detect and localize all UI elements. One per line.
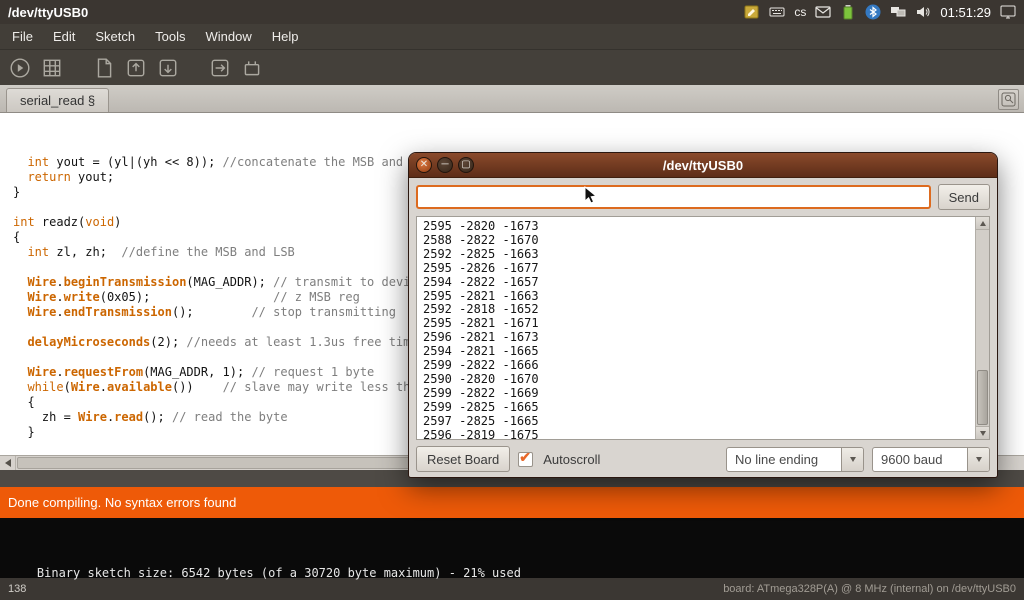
checkmark-icon: ✔	[519, 449, 531, 466]
keyboard-icon[interactable]	[769, 4, 785, 20]
bluetooth-icon[interactable]	[865, 4, 881, 20]
active-window-title: /dev/ttyUSB0	[0, 5, 88, 20]
tab-label: serial_read §	[20, 93, 95, 108]
serial-input-row: Send	[409, 178, 997, 214]
compile-status-bar: Done compiling. No syntax errors found	[0, 487, 1024, 518]
screen: /dev/ttyUSB0 cs 01:51:	[0, 0, 1024, 600]
serial-controls-row: Reset Board ✔ Autoscroll No line ending …	[409, 440, 997, 472]
serial-output-line: 2596 -2821 -1673	[423, 331, 983, 345]
autoscroll-checkbox[interactable]: ✔	[518, 452, 533, 467]
minimize-button[interactable]: ─	[437, 157, 453, 173]
serial-output-line: 2599 -2822 -1669	[423, 387, 983, 401]
serial-plug-button[interactable]	[239, 55, 265, 81]
scroll-up-arrow-icon[interactable]	[976, 217, 989, 230]
line-number-indicator: 138	[8, 583, 26, 595]
session-icon[interactable]	[1000, 4, 1016, 20]
serial-output-line: 2590 -2820 -1670	[423, 373, 983, 387]
serial-monitor-window: /dev/ttyUSB0 ✕ ─ ▢ Send 2595 -2820 -1673…	[408, 152, 998, 478]
verify-button[interactable]	[7, 55, 33, 81]
serial-output-lines: 2595 -2820 -16732588 -2822 -16702592 -28…	[417, 217, 989, 440]
mail-icon[interactable]	[815, 4, 831, 20]
serial-output-line: 2592 -2818 -1652	[423, 303, 983, 317]
serial-output-line: 2594 -2822 -1657	[423, 276, 983, 290]
system-tray: cs 01:51:29	[744, 4, 1024, 20]
serial-output-line: 2599 -2822 -1666	[423, 359, 983, 373]
scroll-left-arrow-icon[interactable]	[0, 456, 16, 470]
close-button[interactable]: ✕	[416, 157, 432, 173]
line-ending-dropdown[interactable]: No line ending	[726, 447, 864, 472]
footer-status-bar: 138 board: ATmega328P(A) @ 8 MHz (intern…	[0, 578, 1024, 600]
build-console: Binary sketch size: 6542 bytes (of a 307…	[0, 518, 1024, 578]
line-ending-value: No line ending	[727, 448, 841, 471]
console-output: Binary sketch size: 6542 bytes (of a 307…	[37, 566, 521, 580]
autoscroll-label: Autoscroll	[543, 452, 600, 467]
serial-monitor-titlebar[interactable]: /dev/ttyUSB0 ✕ ─ ▢	[409, 153, 997, 178]
menu-item-file[interactable]: File	[2, 25, 43, 48]
chevron-down-icon[interactable]	[841, 448, 863, 471]
serial-output-area: 2595 -2820 -16732588 -2822 -16702592 -28…	[416, 216, 990, 440]
battery-icon[interactable]	[840, 4, 856, 20]
top-panel: /dev/ttyUSB0 cs 01:51:	[0, 0, 1024, 24]
mouse-cursor	[584, 186, 598, 211]
serial-vertical-scrollbar[interactable]	[975, 217, 989, 439]
serial-output-line: 2595 -2820 -1673	[423, 220, 983, 234]
serial-output-line: 2592 -2825 -1663	[423, 248, 983, 262]
maximize-button[interactable]: ▢	[458, 157, 474, 173]
save-button[interactable]	[155, 55, 181, 81]
serial-output-line: 2594 -2821 -1665	[423, 345, 983, 359]
serial-input[interactable]	[416, 185, 931, 209]
network-icon[interactable]	[890, 4, 906, 20]
serial-output-line: 2595 -2821 -1671	[423, 317, 983, 331]
compile-status-message: Done compiling. No syntax errors found	[8, 495, 236, 510]
open-button[interactable]	[123, 55, 149, 81]
serial-output-line: 2599 -2825 -1665	[423, 401, 983, 415]
menu-item-sketch[interactable]: Sketch	[85, 25, 145, 48]
reset-board-button[interactable]: Reset Board	[416, 446, 510, 472]
send-button[interactable]: Send	[938, 184, 990, 210]
window-controls: ✕ ─ ▢	[409, 157, 474, 173]
keyboard-layout-indicator[interactable]: cs	[794, 5, 806, 19]
toolbar	[0, 50, 1024, 85]
tab-serial-read[interactable]: serial_read §	[6, 88, 109, 112]
baud-rate-value: 9600 baud	[873, 448, 967, 471]
menu-bar: FileEditSketchToolsWindowHelp	[0, 24, 1024, 50]
serial-output-line: 2595 -2826 -1677	[423, 262, 983, 276]
new-sketch-button[interactable]	[91, 55, 117, 81]
notes-indicator-icon[interactable]	[744, 4, 760, 20]
serial-output-line: 2588 -2822 -1670	[423, 234, 983, 248]
upload-button[interactable]	[207, 55, 233, 81]
clock[interactable]: 01:51:29	[940, 5, 991, 20]
serial-monitor-button[interactable]	[998, 89, 1019, 110]
menu-item-help[interactable]: Help	[262, 25, 309, 48]
vertical-scroll-thumb[interactable]	[977, 370, 988, 425]
volume-icon[interactable]	[915, 4, 931, 20]
serial-monitor-title: /dev/ttyUSB0	[409, 158, 997, 173]
board-info: board: ATmega328P(A) @ 8 MHz (internal) …	[723, 583, 1016, 595]
serial-output-line: 2595 -2821 -1663	[423, 290, 983, 304]
serial-output-line: 2597 -2825 -1665	[423, 415, 983, 429]
stop-button[interactable]	[39, 55, 65, 81]
menu-item-tools[interactable]: Tools	[145, 25, 195, 48]
magnifier-icon	[1001, 92, 1016, 107]
chevron-down-icon[interactable]	[967, 448, 989, 471]
scroll-down-arrow-icon[interactable]	[976, 426, 989, 439]
menu-item-window[interactable]: Window	[195, 25, 261, 48]
menu-item-edit[interactable]: Edit	[43, 25, 85, 48]
baud-rate-dropdown[interactable]: 9600 baud	[872, 447, 990, 472]
serial-output-line: 2596 -2819 -1675	[423, 429, 983, 440]
tab-bar: serial_read §	[0, 85, 1024, 113]
